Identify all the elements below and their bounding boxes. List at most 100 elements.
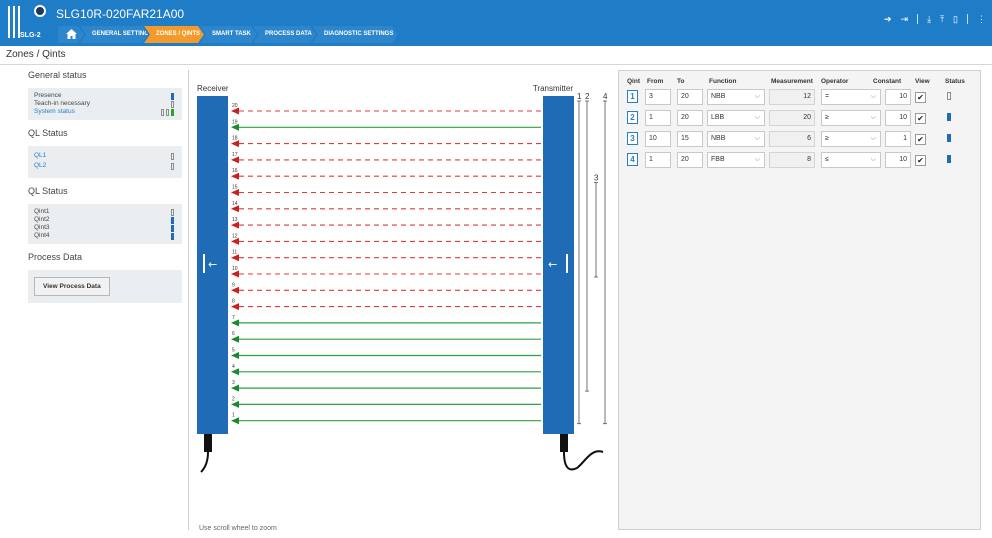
from-input[interactable]: 10 <box>645 131 671 147</box>
ql-row[interactable]: QL1 <box>34 152 176 162</box>
to-input[interactable]: 20 <box>677 89 703 105</box>
qint-row: Qint2 <box>34 216 176 224</box>
beam-number: 16 <box>232 168 238 174</box>
login-icon[interactable]: ➔ <box>884 13 892 25</box>
view-process-data-button[interactable]: View Process Data <box>34 277 110 296</box>
page-title: Zones / Qints <box>6 49 66 60</box>
beam-number: 20 <box>232 103 238 109</box>
operator-select[interactable]: ≤ ⌵ <box>821 152 881 168</box>
receiver-cable <box>200 434 212 473</box>
view-checkbox[interactable]: ✔ <box>915 113 926 124</box>
status-indicator <box>171 109 174 116</box>
column-header-qint: Qint <box>627 78 640 85</box>
qint-id-badge[interactable]: 2 <box>627 111 638 124</box>
operator-select[interactable]: = ⌵ <box>821 89 881 105</box>
constant-input[interactable]: 10 <box>885 89 911 105</box>
column-header-operator: Operator <box>821 78 849 85</box>
view-checkbox[interactable]: ✔ <box>915 92 926 103</box>
qint-id-badge[interactable]: 1 <box>627 90 638 103</box>
beam-number: 4 <box>232 364 235 370</box>
ql-status-heading: QL Status <box>28 128 68 138</box>
beam-number: 8 <box>232 299 235 305</box>
from-input[interactable]: 1 <box>645 110 671 126</box>
status-row-system[interactable]: System status <box>34 108 176 116</box>
qint-label: Qint3 <box>34 224 50 231</box>
zone-label: 3 <box>594 174 599 183</box>
svg-text:←: ← <box>208 258 217 271</box>
tab-smart-task[interactable]: SMART TASK <box>200 26 257 43</box>
qint-id-badge[interactable]: 3 <box>627 132 638 145</box>
top-toolbar: ➔ ⇥ ⤓ ⤒ ▯ ⋮ <box>884 12 986 26</box>
ql-label[interactable]: QL2 <box>34 162 46 169</box>
beam-number: 11 <box>232 250 237 256</box>
beam-number: 14 <box>232 201 238 207</box>
to-input[interactable]: 15 <box>677 131 703 147</box>
qint-status-indicator <box>947 113 951 121</box>
function-select[interactable]: NBB ⌵ <box>707 89 765 105</box>
logout-icon[interactable]: ⇥ <box>901 13 909 25</box>
status-indicator <box>171 101 174 108</box>
status-label: Teach-in necessary <box>34 100 90 107</box>
qint-row: Qint3 <box>34 224 176 232</box>
qint-indicator <box>171 209 174 216</box>
beam-number: 3 <box>232 380 235 386</box>
zones: 1 2 3 4 <box>577 92 608 425</box>
beam-number: 2 <box>232 396 235 402</box>
column-header-function: Function <box>709 78 737 85</box>
light-grid-visualization[interactable]: Receiver Transmitter ← ← 20 19 18 17 16 15 14 1… <box>189 70 618 538</box>
status-indicator <box>171 93 174 100</box>
qint-row: 1 3 20 NBB ⌵ 12 = ⌵ 10 ✔ <box>619 89 982 105</box>
download-icon[interactable]: ⤓ <box>927 13 931 25</box>
toolbar-divider <box>917 14 919 24</box>
chevron-down-icon: ⌵ <box>754 93 760 100</box>
upload-icon[interactable]: ⤒ <box>940 13 944 25</box>
to-input[interactable]: 20 <box>677 110 703 126</box>
menu-icon[interactable]: ⋮ <box>977 13 986 25</box>
home-button[interactable] <box>58 26 84 43</box>
column-header-view: View <box>915 78 930 85</box>
zone-label: 2 <box>585 92 590 101</box>
function-select[interactable]: NBB ⌵ <box>707 131 765 147</box>
beam-number: 7 <box>232 315 235 321</box>
from-input[interactable]: 1 <box>645 152 671 168</box>
function-select[interactable]: LBB ⌵ <box>707 110 765 126</box>
qint-status-panel: Qint1 Qint2 Qint3 Qint4 <box>28 204 182 244</box>
function-value: FBB <box>711 156 725 163</box>
constant-input[interactable]: 1 <box>885 131 911 147</box>
function-select[interactable]: FBB ⌵ <box>707 152 765 168</box>
device-icon[interactable]: ▯ <box>953 13 958 25</box>
column-header-measurement: Measurement <box>771 78 813 85</box>
from-input[interactable]: 3 <box>645 89 671 105</box>
qint-id-badge[interactable]: 4 <box>627 153 638 166</box>
measurement-value: 8 <box>769 152 815 168</box>
beam-number: 10 <box>232 266 238 272</box>
tab-diagnostic-settings[interactable]: DIAGNOSTIC SETTINGS <box>312 26 398 43</box>
tab-zones-qints[interactable]: ZONES / QINTS <box>144 26 204 43</box>
ql-row[interactable]: QL2 <box>34 162 176 172</box>
to-input[interactable]: 20 <box>677 152 703 168</box>
operator-select[interactable]: ≥ ⌵ <box>821 110 881 126</box>
beam-number: 1 <box>232 413 235 419</box>
zone-label: 4 <box>603 92 608 101</box>
operator-select[interactable]: ≥ ⌵ <box>821 131 881 147</box>
view-checkbox[interactable]: ✔ <box>915 134 926 145</box>
process-data-heading: Process Data <box>28 252 83 262</box>
qint-status-indicator <box>947 134 951 142</box>
tab-general-settings[interactable]: GENERAL SETTINGS <box>80 26 148 43</box>
chevron-down-icon: ⌵ <box>754 156 760 163</box>
qint-row: Qint4 <box>34 232 176 240</box>
constant-input[interactable]: 10 <box>885 110 911 126</box>
column-header-constant: Constant <box>873 78 902 85</box>
tab-process-data[interactable]: PROCESS DATA <box>253 26 316 43</box>
status-label[interactable]: System status <box>34 108 75 115</box>
constant-input[interactable]: 10 <box>885 152 911 168</box>
chevron-down-icon: ⌵ <box>870 93 876 100</box>
slg-logo: SLG-2 <box>0 0 58 46</box>
status-indicator <box>161 109 164 116</box>
ql-label[interactable]: QL1 <box>34 152 46 159</box>
view-checkbox[interactable]: ✔ <box>915 155 926 166</box>
toolbar-divider <box>967 14 968 24</box>
qint-row: 4 1 20 FBB ⌵ 8 ≤ ⌵ 10 ✔ <box>619 152 982 168</box>
transmitter-cable <box>560 434 604 471</box>
operator-value: ≥ <box>825 135 829 142</box>
